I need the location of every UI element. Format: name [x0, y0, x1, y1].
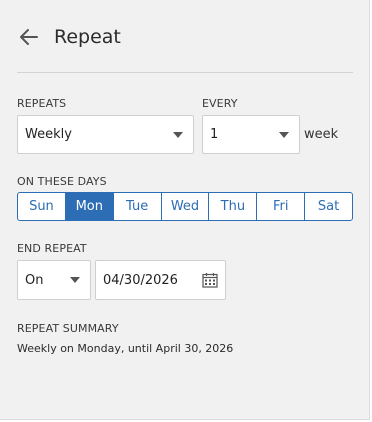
- chevron-down-icon: [70, 277, 80, 283]
- day-tue-button[interactable]: Tue: [114, 193, 162, 220]
- end-repeat-mode: On: [25, 272, 44, 288]
- page-title: Repeat: [54, 26, 121, 48]
- every-unit: week: [304, 127, 339, 142]
- day-sat-button[interactable]: Sat: [305, 193, 352, 220]
- summary-label: REPEAT SUMMARY: [17, 322, 119, 335]
- panel-header: Repeat: [17, 24, 121, 50]
- chevron-down-icon: [173, 131, 183, 138]
- day-sun-button[interactable]: Sun: [18, 193, 66, 220]
- repeats-value: Weekly: [25, 127, 72, 142]
- summary-text: Weekly on Monday, until April 30, 2026: [17, 342, 234, 355]
- every-select[interactable]: 1: [202, 115, 300, 154]
- end-repeat-select[interactable]: On: [17, 260, 91, 300]
- day-thu-button[interactable]: Thu: [209, 193, 258, 220]
- end-date-field[interactable]: 04/30/2026: [95, 260, 226, 300]
- day-mon-button[interactable]: Mon: [65, 193, 114, 220]
- repeat-panel: Repeat REPEATS Weekly EVERY 1 week ON TH…: [0, 0, 370, 420]
- day-wed-button[interactable]: Wed: [162, 193, 210, 220]
- every-value: 1: [210, 127, 219, 142]
- back-button[interactable]: [17, 25, 41, 49]
- end-date-value: 04/30/2026: [103, 272, 178, 288]
- repeats-label: REPEATS: [17, 97, 67, 110]
- day-fri-button[interactable]: Fri: [257, 193, 306, 220]
- chevron-down-icon: [279, 131, 289, 138]
- calendar-icon[interactable]: [202, 272, 218, 288]
- days-label: ON THESE DAYS: [17, 175, 107, 188]
- end-repeat-label: END REPEAT: [17, 242, 87, 255]
- every-label: EVERY: [202, 97, 238, 110]
- header-divider: [17, 72, 353, 73]
- day-selector: Sun Mon Tue Wed Thu Fri Sat: [17, 192, 353, 221]
- arrow-left-icon: [20, 29, 38, 45]
- repeats-select[interactable]: Weekly: [17, 115, 194, 154]
